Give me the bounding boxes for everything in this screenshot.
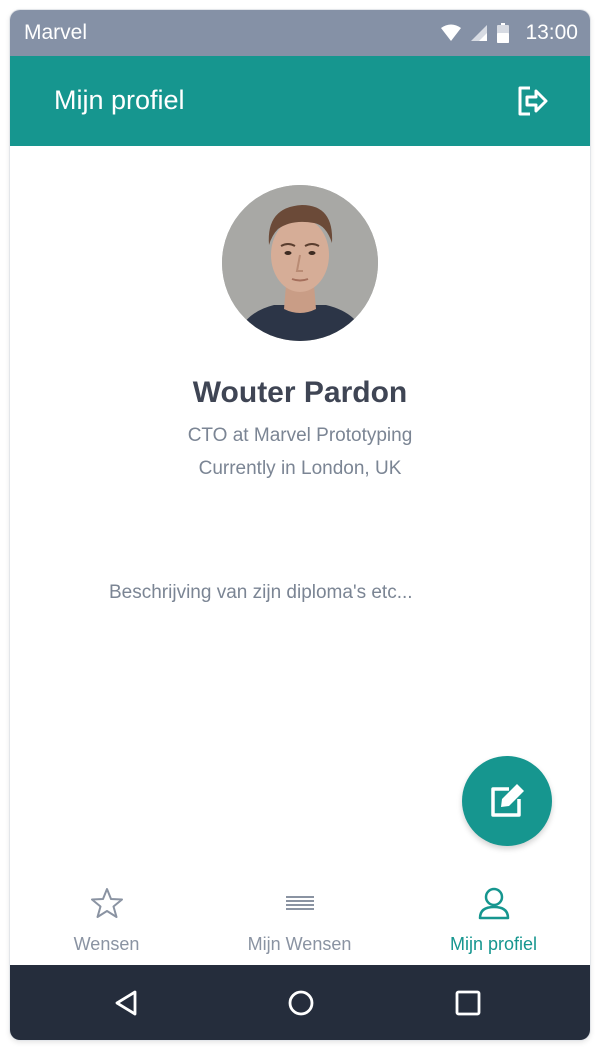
nav-label-mijn-wensen: Mijn Wensen — [247, 934, 352, 954]
nav-item-wensen[interactable]: Wensen — [10, 870, 203, 965]
battery-icon — [497, 23, 510, 43]
profile-location: Currently in London, UK — [198, 458, 402, 479]
page-title: Mijn profiel — [54, 85, 185, 115]
recents-icon — [455, 990, 481, 1016]
system-navigation-bar — [10, 965, 590, 1040]
logout-button[interactable] — [516, 84, 550, 118]
nav-item-mijn-wensen[interactable]: Mijn Wensen — [203, 870, 396, 965]
avatar — [222, 185, 378, 341]
profile-description: Beschrijving van zijn diploma's etc... — [109, 582, 413, 603]
system-recents-button[interactable] — [454, 989, 482, 1017]
home-icon — [288, 990, 314, 1016]
back-icon — [115, 990, 137, 1016]
system-back-button[interactable] — [112, 989, 140, 1017]
status-icons: 13:00 — [441, 20, 578, 46]
list-icon — [285, 896, 314, 910]
status-app-name: Marvel — [24, 21, 88, 44]
bottom-navigation: Wensen Mijn Wensen Mijn profiel — [10, 870, 590, 965]
nav-label-mijn-profiel: Mijn profiel — [449, 934, 538, 954]
profile-role: CTO at Marvel Prototyping — [187, 425, 413, 446]
nav-item-mijn-profiel[interactable]: Mijn profiel — [397, 870, 590, 965]
nav-label-wensen: Wensen — [73, 934, 140, 954]
edit-profile-button[interactable] — [462, 756, 552, 846]
wifi-icon — [441, 24, 462, 41]
person-icon — [478, 887, 509, 920]
system-home-button[interactable] — [287, 989, 315, 1017]
app-bar: Mijn profiel — [10, 56, 590, 146]
logout-icon — [518, 86, 548, 116]
status-bar: Marvel 13:00 — [10, 10, 590, 56]
status-time: 13:00 — [525, 21, 578, 44]
star-icon — [90, 888, 123, 918]
edit-icon — [491, 784, 524, 817]
profile-name: Wouter Pardon — [192, 376, 408, 409]
signal-icon — [471, 25, 488, 41]
avatar-photo — [222, 185, 378, 341]
phone-screen: Marvel 13:00 Mijn profiel Wouter Pardon … — [10, 10, 590, 1040]
